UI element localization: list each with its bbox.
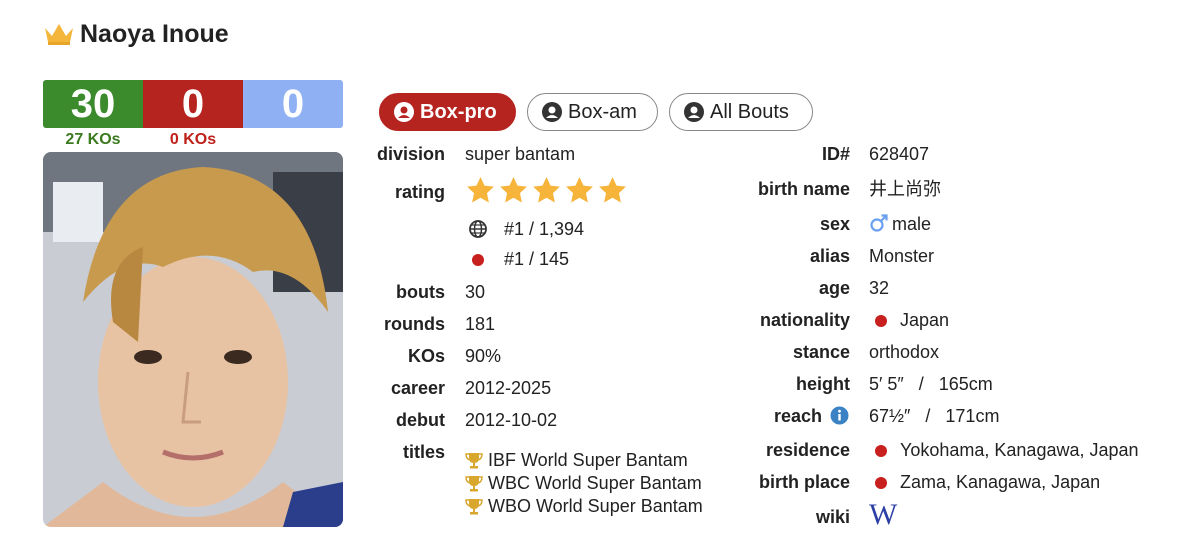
rounds-label: rounds [384,314,445,334]
division-value: super bantam [465,144,576,164]
title-text: WBO World Super Bantam [488,496,703,516]
stance-label: stance [792,342,850,362]
trophy-icon [465,476,483,492]
user-icon [542,102,562,122]
birth-name-value: 井上尚弥 [869,179,941,199]
user-icon [684,102,704,122]
wikipedia-icon[interactable]: W [869,498,897,532]
crown-icon [45,24,73,45]
sex-label: sex [819,214,850,234]
titles-list: IBF World Super Bantam WBC World Super B… [465,449,703,518]
reach-value: 67½″ / 171cm [869,406,1000,426]
age-label: age [818,278,850,298]
division-label: division [376,144,445,164]
rounds-value: 181 [465,314,496,334]
japan-flag-icon [875,445,887,457]
age-value: 32 [869,278,890,298]
height-value: 5′ 5″ / 165cm [869,374,993,394]
rating-label: rating [394,182,445,202]
wiki-label: wiki [815,507,850,527]
birth-place-value: Zama, Kanagawa, Japan [900,472,1101,492]
boxer-photo [43,152,343,527]
debut-value: 2012-10-02 [465,410,558,430]
tab-box-pro-label: Box-pro [420,101,497,123]
id-value: 628407 [869,144,930,164]
user-icon [394,102,414,122]
tab-box-pro[interactable]: Box-pro [379,93,516,131]
globe-icon [469,220,487,238]
kos-label: KOs [407,346,445,366]
star-icon [533,176,560,203]
japan-flag-icon [875,477,887,489]
japan-flag-icon [472,254,484,266]
nationality-label: nationality [759,310,850,330]
win-kos: 27 KOs [65,131,121,148]
star-icon [500,176,527,203]
title-text: WBC World Super Bantam [488,473,702,493]
tab-all-bouts[interactable]: All Bouts [669,93,813,131]
career-value: 2012-2025 [465,378,552,398]
sex-value: male [892,214,932,234]
stance-value: orthodox [869,342,940,362]
star-icon [566,176,593,203]
height-label: height [796,374,850,394]
residence-label: residence [765,440,850,460]
kos-value: 90% [465,346,502,366]
draws-count: 0 [243,80,343,128]
id-label: ID# [821,144,850,164]
birth-name-label: birth name [757,179,850,199]
losses-count: 0 [143,80,243,128]
boxer-name: Naoya Inoue [80,20,229,48]
title-item[interactable]: WBC World Super Bantam [465,472,703,495]
title-item[interactable]: WBO World Super Bantam [465,495,703,518]
debut-label: debut [396,410,445,430]
reach-label: reach [773,406,822,426]
rating-stars [465,175,630,211]
residence-value: Yokohama, Kanagawa, Japan [900,440,1139,460]
star-icon [467,176,494,203]
star-icon [599,176,626,203]
title-text: IBF World Super Bantam [488,450,688,470]
alias-label: alias [809,246,850,266]
country-rank: #1 / 145 [504,249,570,269]
tab-all-bouts-label: All Bouts [710,101,789,123]
wins-count: 30 [43,80,143,128]
loss-kos: 0 KOs [169,131,217,148]
career-label: career [390,378,445,398]
title-item[interactable]: IBF World Super Bantam [465,449,703,472]
trophy-icon [465,453,483,469]
japan-flag-icon [875,315,887,327]
trophy-icon [465,499,483,515]
bouts-label: bouts [396,282,445,302]
alias-value: Monster [869,246,935,266]
info-icon[interactable] [830,406,849,425]
world-rank: #1 / 1,394 [504,219,585,239]
tab-box-am[interactable]: Box-am [527,93,658,131]
bouts-value: 30 [465,282,486,302]
male-icon [870,214,888,232]
birth-place-label: birth place [758,472,850,492]
titles-label: titles [402,442,445,462]
nationality-value: Japan [900,310,950,330]
tab-box-am-label: Box-am [568,101,637,123]
